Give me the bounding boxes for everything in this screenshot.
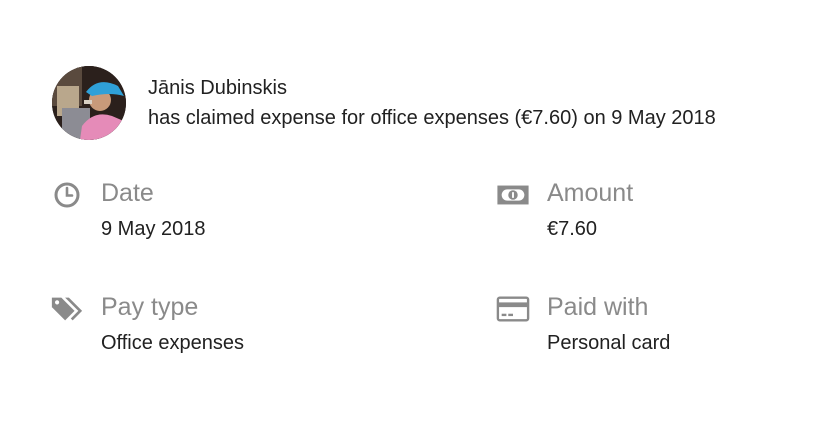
paid-with-value: Personal card bbox=[547, 332, 671, 354]
date-value: 9 May 2018 bbox=[101, 218, 206, 240]
paid-with-field: Paid with Personal card bbox=[496, 292, 670, 355]
amount-value: €7.60 bbox=[547, 218, 598, 240]
banknote-icon bbox=[496, 178, 530, 212]
pay-type-label: Pay type bbox=[101, 293, 199, 321]
clock-icon bbox=[50, 178, 84, 212]
date-field: Date 9 May 2018 bbox=[50, 178, 206, 241]
claim-description: has claimed expense for office expenses … bbox=[148, 107, 716, 129]
credit-card-icon bbox=[496, 292, 530, 326]
amount-field: Amount €7.60 bbox=[496, 178, 633, 241]
user-name[interactable]: Jānis Dubinskis bbox=[148, 75, 716, 101]
pay-type-field: Pay type Office expenses bbox=[50, 292, 244, 355]
amount-label: Amount bbox=[547, 179, 634, 207]
pay-type-value: Office expenses bbox=[101, 332, 245, 354]
avatar[interactable] bbox=[52, 66, 126, 140]
tags-icon bbox=[50, 292, 84, 326]
date-label: Date bbox=[101, 179, 154, 207]
claim-header: Jānis Dubinskis has claimed expense for … bbox=[52, 66, 716, 140]
paid-with-label: Paid with bbox=[547, 293, 649, 321]
